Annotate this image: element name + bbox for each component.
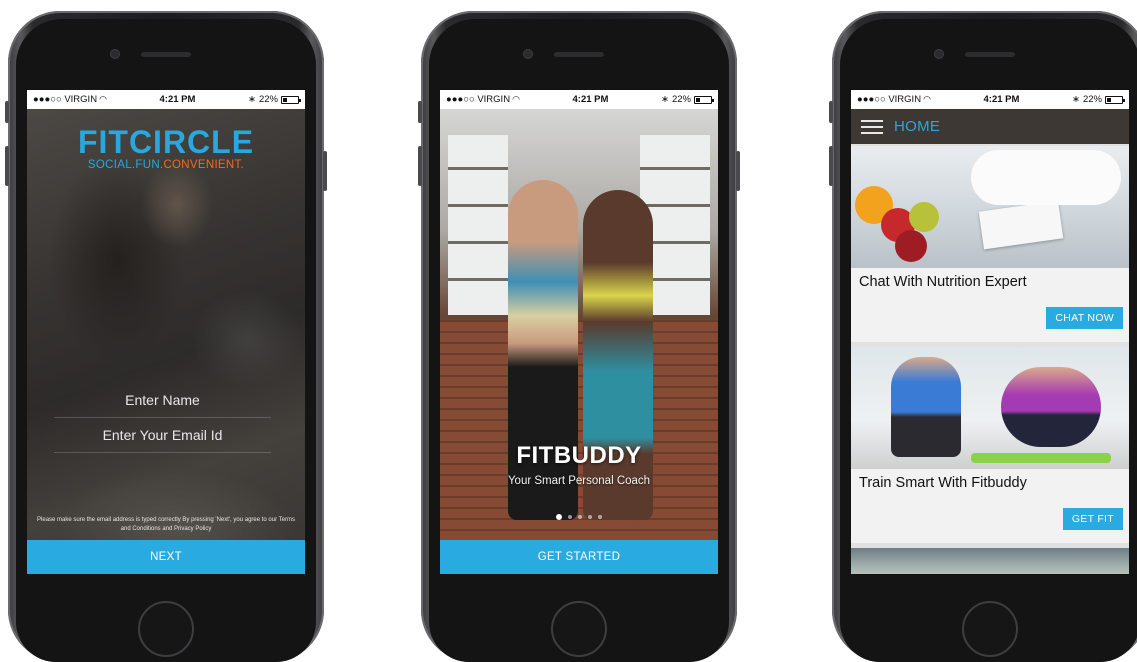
clock: 4:21 PM [572, 94, 609, 105]
outdoor-photo [851, 548, 1129, 574]
menu-icon[interactable] [861, 119, 883, 134]
intro-title: FITBUDDY [516, 442, 642, 469]
page-dot[interactable] [568, 515, 572, 519]
home-button[interactable] [138, 601, 194, 657]
get-started-button[interactable]: GET STARTED [440, 540, 718, 574]
clock: 4:21 PM [159, 94, 196, 105]
signup-screen: ●●●○○ VIRGIN ◠ 4:21 PM ∗ 22% FITCIRCLE SOC… [27, 90, 305, 574]
battery-status: ∗ 22% [661, 94, 714, 105]
training-photo [851, 347, 1129, 469]
photo-woman-exercising [1001, 367, 1101, 447]
card-title: Train Smart With Fitbuddy [859, 475, 1027, 491]
bluetooth-icon: ∗ [248, 94, 256, 105]
logo-wordmark: FITCIRCLE [77, 124, 255, 160]
photo-apple [895, 230, 927, 262]
photo-doctor-arm [971, 150, 1121, 205]
earpiece-speaker [965, 52, 1015, 57]
chat-now-button[interactable]: CHAT NOW [1046, 307, 1123, 329]
battery-icon [281, 95, 301, 104]
volume-button [829, 101, 833, 123]
carrier-label: ●●●○○ VIRGIN ◠ [33, 94, 107, 105]
battery-icon [1105, 95, 1125, 104]
bluetooth-icon: ∗ [1072, 94, 1080, 105]
volume-button [829, 146, 833, 186]
home-screen: ●●●○○ VIRGIN ◠ 4:21 PM ∗ 22% HOME Chat Wit… [851, 90, 1129, 574]
front-camera [111, 50, 119, 58]
photo-overlay [27, 109, 305, 540]
bluetooth-icon: ∗ [661, 94, 669, 105]
intro-screen: ●●●○○ VIRGIN ◠ 4:21 PM ∗ 22% FITBUDDY Your… [440, 90, 718, 574]
photo-window [448, 135, 508, 315]
power-button [736, 151, 740, 191]
clock: 4:21 PM [983, 94, 1020, 105]
wifi-icon: ◠ [512, 94, 520, 104]
volume-button [418, 101, 422, 123]
status-bar: ●●●○○ VIRGIN ◠ 4:21 PM ∗ 22% [440, 90, 718, 109]
photo-apple [909, 202, 939, 232]
photo-clipboard [978, 200, 1064, 250]
page-dot[interactable] [578, 515, 582, 519]
home-button[interactable] [551, 601, 607, 657]
photo-exercise-mat [971, 453, 1111, 463]
get-fit-button[interactable]: GET FIT [1062, 508, 1123, 530]
photo-woman-right [583, 190, 653, 520]
status-bar: ●●●○○ VIRGIN ◠ 4:21 PM ∗ 22% [851, 90, 1129, 109]
power-button [323, 151, 327, 191]
battery-status: ∗ 22% [1072, 94, 1125, 105]
battery-icon [694, 95, 714, 104]
terms-disclaimer: Please make sure the email address is ty… [37, 517, 295, 532]
intro-subtitle: Your Smart Personal Coach [507, 475, 651, 487]
page-dot-active[interactable] [556, 514, 562, 520]
carrier-label: ●●●○○ VIRGIN ◠ [857, 94, 931, 105]
carrier-label: ●●●○○ VIRGIN ◠ [446, 94, 520, 105]
wifi-icon: ◠ [99, 94, 107, 104]
logo-tagline: SOCIAL.FUN.CONVENIENT. [87, 159, 245, 171]
name-input[interactable]: Enter Name [54, 384, 271, 418]
card-partial[interactable] [851, 548, 1129, 574]
page-title: HOME [894, 118, 941, 135]
home-button[interactable] [962, 601, 1018, 657]
wifi-icon: ◠ [923, 94, 931, 104]
front-camera [524, 50, 532, 58]
card-training[interactable]: Train Smart With Fitbuddy GET FIT [851, 347, 1129, 543]
battery-status: ∗ 22% [248, 94, 301, 105]
photo-brick-wall [440, 320, 718, 540]
nutrition-photo [851, 146, 1129, 268]
volume-button [418, 146, 422, 186]
app-bar: HOME [851, 109, 1129, 144]
email-input[interactable]: Enter Your Email Id [54, 419, 271, 453]
page-indicator[interactable] [440, 514, 718, 520]
card-title: Chat With Nutrition Expert [859, 274, 1027, 290]
volume-button [5, 146, 9, 186]
app-logo: FITCIRCLE SOCIAL.FUN.CONVENIENT. [27, 126, 305, 172]
page-dot[interactable] [598, 515, 602, 519]
volume-button [5, 101, 9, 123]
next-button[interactable]: NEXT [27, 540, 305, 574]
earpiece-speaker [554, 52, 604, 57]
status-bar: ●●●○○ VIRGIN ◠ 4:21 PM ∗ 22% [27, 90, 305, 109]
card-nutrition[interactable]: Chat With Nutrition Expert CHAT NOW [851, 146, 1129, 342]
page-dot[interactable] [588, 515, 592, 519]
earpiece-speaker [141, 52, 191, 57]
front-camera [935, 50, 943, 58]
photo-trainer [891, 357, 961, 457]
